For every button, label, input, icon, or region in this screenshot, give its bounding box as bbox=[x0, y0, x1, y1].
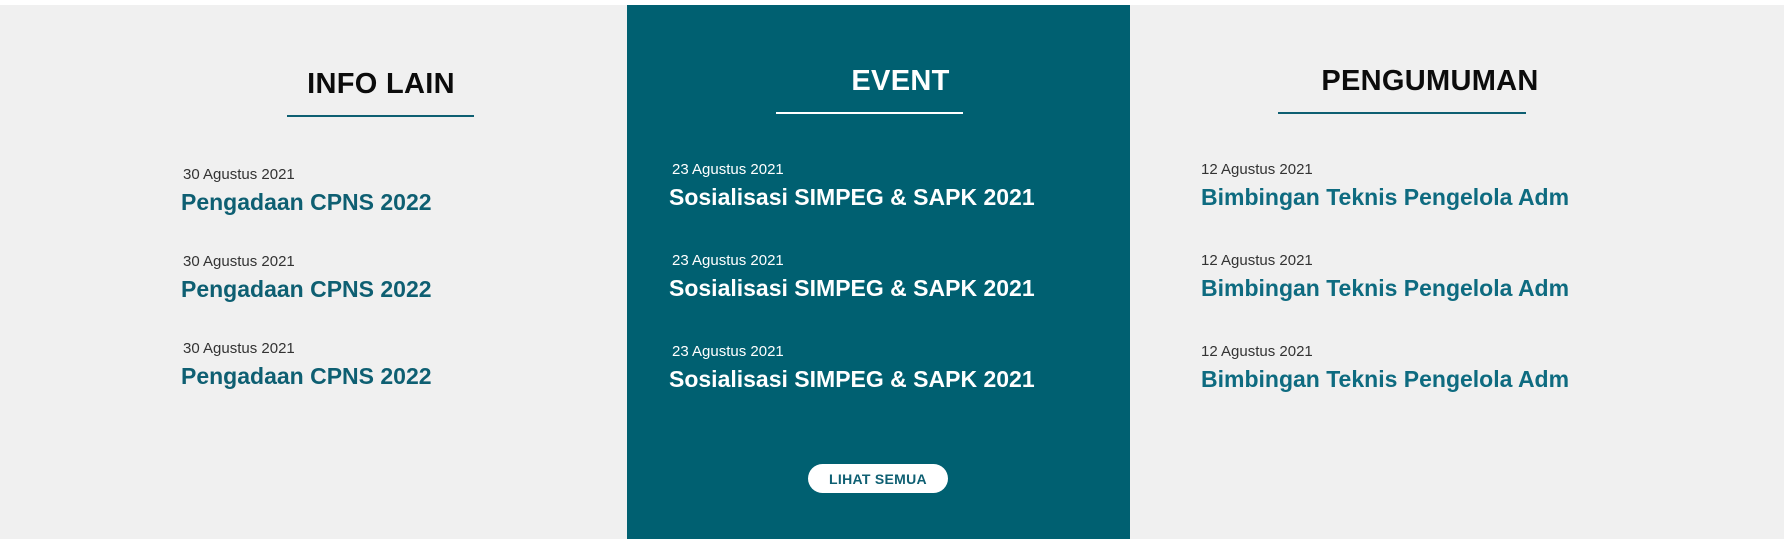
pengumuman-heading-underline bbox=[1278, 112, 1526, 114]
item-title-link[interactable]: Sosialisasi SIMPEG & SAPK 2021 bbox=[669, 273, 1035, 303]
item-date: 23 Agustus 2021 bbox=[672, 343, 784, 360]
info-lain-heading-underline bbox=[287, 115, 474, 117]
item-title-link[interactable]: Bimbingan Teknis Pengelola Adm bbox=[1201, 273, 1569, 303]
item-title-link[interactable]: Pengadaan CPNS 2022 bbox=[181, 187, 432, 217]
item-date: 23 Agustus 2021 bbox=[672, 161, 784, 178]
event-item: 23 Agustus 2021 Sosialisasi SIMPEG & SAP… bbox=[669, 252, 1035, 303]
info-lain-item: 30 Agustus 2021 Pengadaan CPNS 2022 bbox=[181, 253, 432, 304]
item-title-link[interactable]: Bimbingan Teknis Pengelola Adm bbox=[1201, 182, 1569, 212]
pengumuman-column: PENGUMUMAN 12 Agustus 2021 Bimbingan Tek… bbox=[1130, 5, 1784, 539]
pengumuman-item: 12 Agustus 2021 Bimbingan Teknis Pengelo… bbox=[1201, 343, 1569, 394]
info-lain-item: 30 Agustus 2021 Pengadaan CPNS 2022 bbox=[181, 340, 432, 391]
info-lain-column: INFO LAIN 30 Agustus 2021 Pengadaan CPNS… bbox=[0, 5, 627, 539]
item-date: 30 Agustus 2021 bbox=[183, 340, 295, 357]
event-heading-underline bbox=[776, 112, 963, 114]
event-item: 23 Agustus 2021 Sosialisasi SIMPEG & SAP… bbox=[669, 161, 1035, 212]
item-date: 12 Agustus 2021 bbox=[1201, 252, 1313, 269]
item-title-link[interactable]: Bimbingan Teknis Pengelola Adm bbox=[1201, 364, 1569, 394]
info-lain-item: 30 Agustus 2021 Pengadaan CPNS 2022 bbox=[181, 166, 432, 217]
event-heading: EVENT bbox=[851, 65, 950, 97]
item-date: 23 Agustus 2021 bbox=[672, 252, 784, 269]
info-lain-heading: INFO LAIN bbox=[307, 68, 455, 100]
item-title-link[interactable]: Pengadaan CPNS 2022 bbox=[181, 361, 432, 391]
pengumuman-item: 12 Agustus 2021 Bimbingan Teknis Pengelo… bbox=[1201, 252, 1569, 303]
pengumuman-heading: PENGUMUMAN bbox=[1321, 65, 1539, 97]
pengumuman-item: 12 Agustus 2021 Bimbingan Teknis Pengelo… bbox=[1201, 161, 1569, 212]
item-title-link[interactable]: Sosialisasi SIMPEG & SAPK 2021 bbox=[669, 182, 1035, 212]
event-item: 23 Agustus 2021 Sosialisasi SIMPEG & SAP… bbox=[669, 343, 1035, 394]
item-date: 30 Agustus 2021 bbox=[183, 166, 295, 183]
item-title-link[interactable]: Sosialisasi SIMPEG & SAPK 2021 bbox=[669, 364, 1035, 394]
item-title-link[interactable]: Pengadaan CPNS 2022 bbox=[181, 274, 432, 304]
item-date: 12 Agustus 2021 bbox=[1201, 161, 1313, 178]
event-column: EVENT 23 Agustus 2021 Sosialisasi SIMPEG… bbox=[627, 5, 1130, 539]
item-date: 30 Agustus 2021 bbox=[183, 253, 295, 270]
lihat-semua-button[interactable]: LIHAT SEMUA bbox=[808, 464, 948, 493]
item-date: 12 Agustus 2021 bbox=[1201, 343, 1313, 360]
